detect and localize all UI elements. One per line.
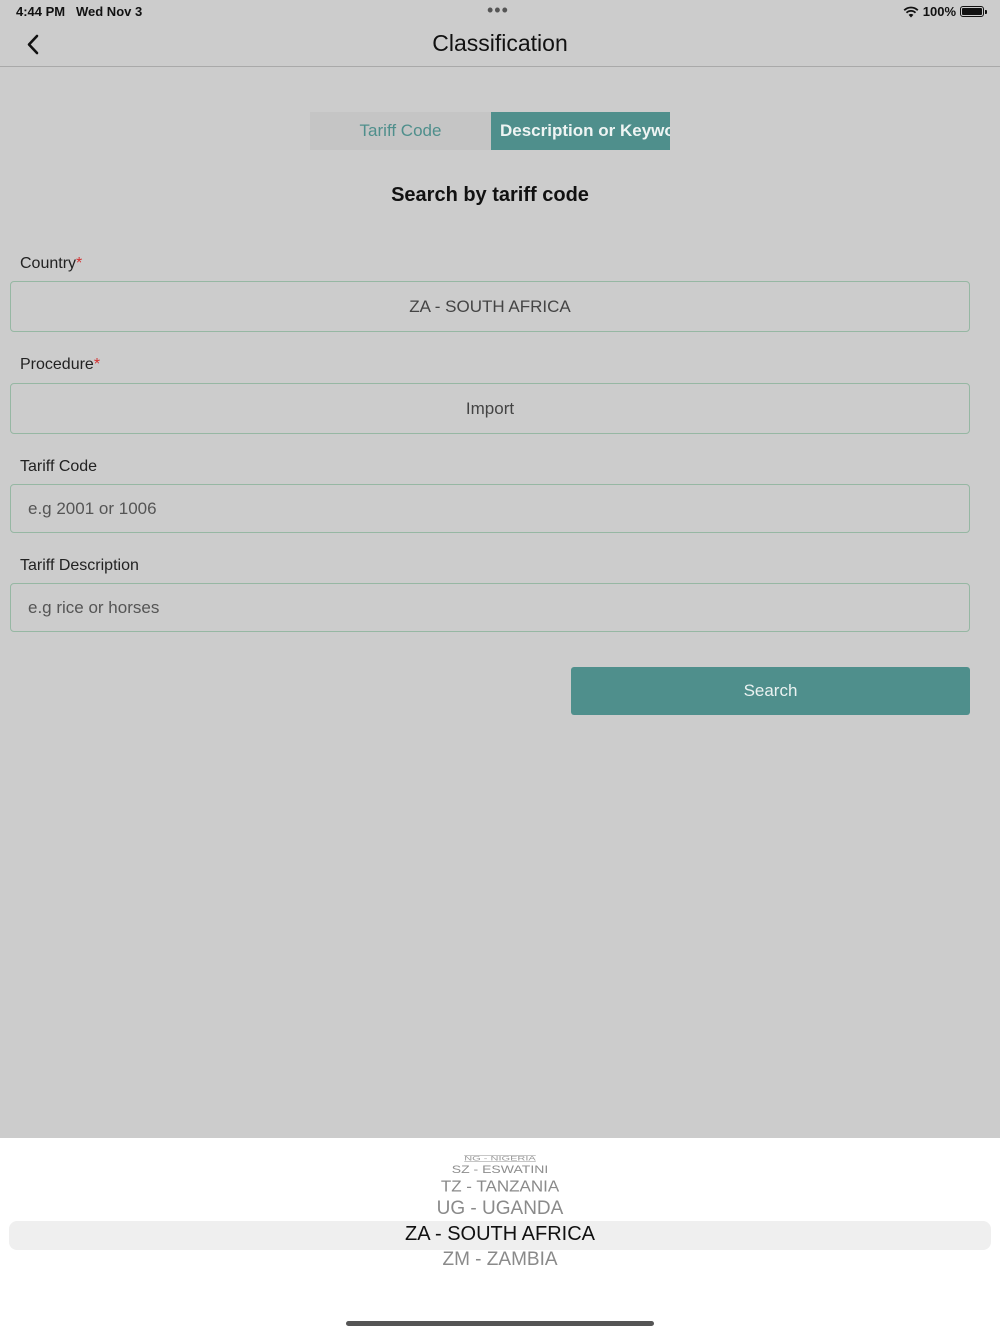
picker-item[interactable]: SZ - ESWATINI — [0, 1163, 1000, 1175]
home-indicator[interactable] — [346, 1321, 654, 1326]
required-marker: * — [76, 255, 83, 272]
picker-item[interactable]: NG - NIGERIA — [0, 1156, 1000, 1163]
status-indicators: 100% — [903, 4, 987, 19]
tariff-code-label: Tariff Code — [20, 458, 98, 475]
picker-item[interactable]: UG - UGANDA — [0, 1198, 1000, 1220]
procedure-value: Import — [465, 398, 515, 418]
search-button[interactable]: Search — [571, 667, 970, 715]
tariff-description-label: Tariff Description — [20, 557, 139, 574]
country-label: Country* — [20, 255, 82, 273]
procedure-label-text: Procedure — [20, 356, 94, 373]
tab-description-keyword[interactable]: Description or Keyword — [491, 112, 670, 150]
picker-item[interactable]: ZM - ZAMBIA — [0, 1249, 1000, 1271]
tariff-code-field[interactable] — [10, 484, 970, 533]
tab-tariff-code[interactable]: Tariff Code — [310, 112, 491, 150]
battery-icon — [960, 6, 987, 17]
page-title: Classification — [432, 30, 568, 56]
status-time-text: 4:44 PM — [16, 4, 66, 19]
country-value: ZA - SOUTH AFRICA — [409, 296, 571, 316]
status-date: Wed Nov 3 — [75, 4, 143, 19]
section-title: Search by tariff code — [391, 184, 589, 206]
picker-item-selected[interactable]: ZA - SOUTH AFRICA — [0, 1223, 1000, 1246]
procedure-label: Procedure* — [20, 356, 100, 374]
wifi-icon — [903, 6, 919, 17]
country-select[interactable]: ZA - SOUTH AFRICA — [10, 281, 970, 332]
country-label-text: Country — [20, 255, 77, 272]
procedure-select[interactable]: Import — [10, 383, 970, 434]
nav-divider — [0, 66, 1000, 67]
tariff-description-input[interactable] — [26, 596, 969, 619]
multitasking-dots[interactable]: ••• — [487, 0, 509, 21]
tariff-description-field[interactable] — [10, 583, 970, 632]
status-time: 4:44 PM Wed Nov 3 — [16, 4, 142, 19]
picker-item[interactable]: TZ - TANZANIA — [0, 1178, 1000, 1196]
battery-percent: 100% — [922, 4, 956, 19]
required-marker: * — [93, 356, 101, 373]
tariff-code-input[interactable] — [26, 497, 969, 520]
